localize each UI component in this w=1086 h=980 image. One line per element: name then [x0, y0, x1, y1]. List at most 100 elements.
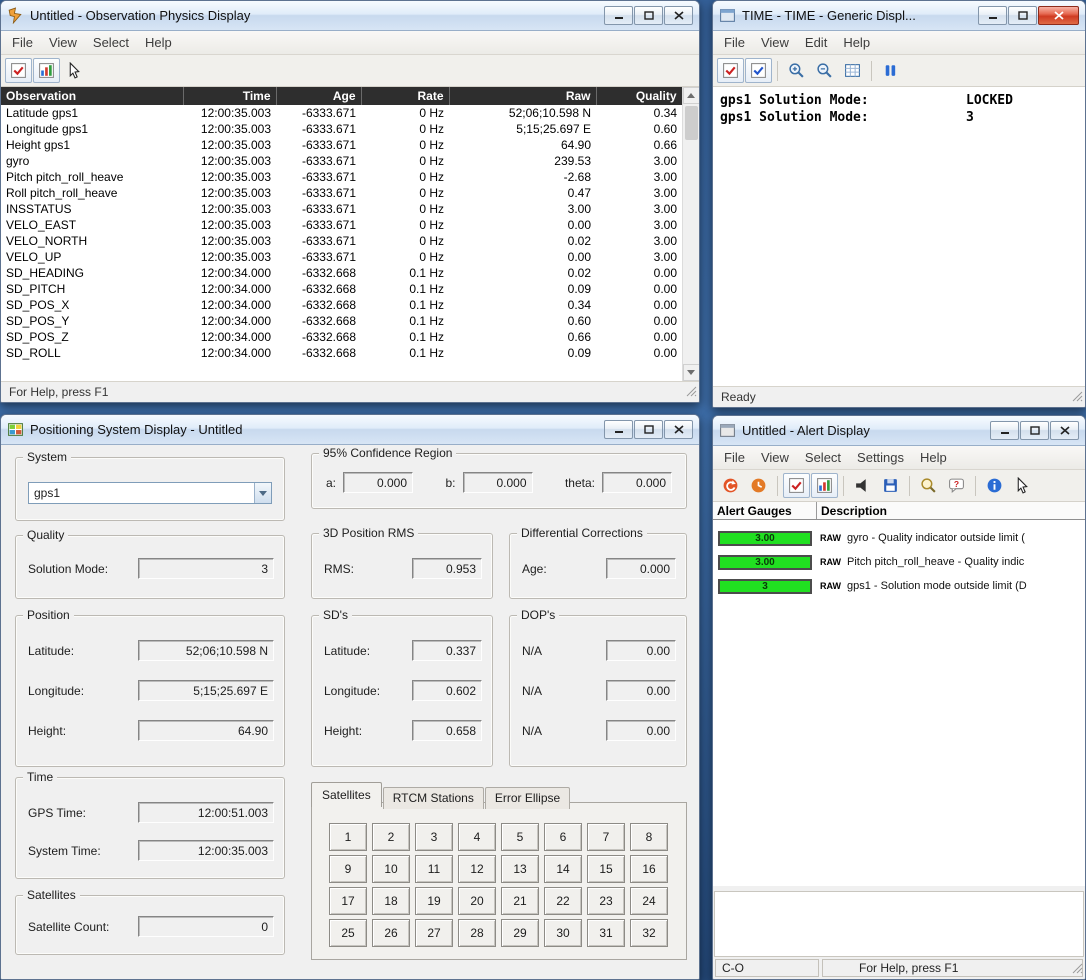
observation-titlebar[interactable]: Untitled - Observation Physics Display	[1, 1, 699, 31]
menu-file[interactable]: File	[716, 32, 753, 53]
minimize-button[interactable]	[604, 420, 633, 439]
vertical-scrollbar[interactable]	[682, 87, 699, 381]
find-button[interactable]	[915, 473, 942, 498]
observation-table-row[interactable]: Longitude gps112:00:35.003-6333.6710 Hz5…	[1, 121, 682, 137]
observation-settings-button[interactable]	[5, 58, 32, 83]
observation-table-row[interactable]: SD_POS_Z12:00:34.000-6332.6680.1 Hz0.660…	[1, 329, 682, 345]
satellite-cell[interactable]: 30	[544, 919, 582, 947]
satellite-cell[interactable]: 2	[372, 823, 410, 851]
observation-table-row[interactable]: SD_HEADING12:00:34.000-6332.6680.1 Hz0.0…	[1, 265, 682, 281]
close-button[interactable]	[1050, 421, 1079, 440]
satellite-cell[interactable]: 24	[630, 887, 668, 915]
satellite-cell[interactable]: 7	[587, 823, 625, 851]
alert-graph-button[interactable]	[811, 473, 838, 498]
menu-select[interactable]: Select	[85, 32, 137, 53]
column-header-time[interactable]: Time	[183, 87, 276, 105]
satellite-cell[interactable]: 20	[458, 887, 496, 915]
satellite-cell[interactable]: 15	[587, 855, 625, 883]
observation-table-row[interactable]: SD_PITCH12:00:34.000-6332.6680.1 Hz0.090…	[1, 281, 682, 297]
time-select-button[interactable]	[745, 58, 772, 83]
save-button[interactable]	[877, 473, 904, 498]
satellite-cell[interactable]: 23	[587, 887, 625, 915]
time-titlebar[interactable]: TIME - TIME - Generic Displ...	[713, 1, 1085, 31]
observation-pointer-button[interactable]	[61, 58, 88, 83]
maximize-button[interactable]	[634, 6, 663, 25]
satellite-cell[interactable]: 19	[415, 887, 453, 915]
observation-table-row[interactable]: Latitude gps112:00:35.003-6333.6710 Hz52…	[1, 105, 682, 121]
close-button[interactable]	[664, 6, 693, 25]
satellite-cell[interactable]: 5	[501, 823, 539, 851]
alert-settings-button[interactable]	[783, 473, 810, 498]
menu-view[interactable]: View	[753, 32, 797, 53]
satellite-cell[interactable]: 29	[501, 919, 539, 947]
observation-table-row[interactable]: Roll pitch_roll_heave12:00:35.003-6333.6…	[1, 185, 682, 201]
satellite-cell[interactable]: 9	[329, 855, 367, 883]
observation-graph-button[interactable]	[33, 58, 60, 83]
maximize-button[interactable]	[634, 420, 663, 439]
column-header-quality[interactable]: Quality	[596, 87, 682, 105]
satellite-cell[interactable]: 6	[544, 823, 582, 851]
minimize-button[interactable]	[978, 6, 1007, 25]
satellite-cell[interactable]: 22	[544, 887, 582, 915]
maximize-button[interactable]	[1020, 421, 1049, 440]
satellite-cell[interactable]: 4	[458, 823, 496, 851]
satellite-cell[interactable]: 28	[458, 919, 496, 947]
time-settings-button[interactable]	[717, 58, 744, 83]
observation-table-row[interactable]: SD_POS_X12:00:34.000-6332.6680.1 Hz0.340…	[1, 297, 682, 313]
observation-table-row[interactable]: SD_POS_Y12:00:34.000-6332.6680.1 Hz0.600…	[1, 313, 682, 329]
satellite-cell[interactable]: 32	[630, 919, 668, 947]
alert-pointer-button[interactable]	[1009, 473, 1036, 498]
zoom-in-button[interactable]	[783, 58, 810, 83]
alert-history-button[interactable]	[745, 473, 772, 498]
system-combobox[interactable]: gps1	[28, 482, 272, 504]
alert-row[interactable]: 3RAWgps1 - Solution mode outside limit (…	[713, 574, 1085, 598]
observation-table-row[interactable]: INSSTATUS12:00:35.003-6333.6710 Hz3.003.…	[1, 201, 682, 217]
satellite-cell[interactable]: 18	[372, 887, 410, 915]
observation-table-row[interactable]: VELO_NORTH12:00:35.003-6333.6710 Hz0.023…	[1, 233, 682, 249]
sound-button[interactable]	[849, 473, 876, 498]
observation-table-row[interactable]: VELO_EAST12:00:35.003-6333.6710 Hz0.003.…	[1, 217, 682, 233]
satellite-cell[interactable]: 11	[415, 855, 453, 883]
column-header-alert-gauges[interactable]: Alert Gauges	[713, 502, 817, 519]
minimize-button[interactable]	[990, 421, 1019, 440]
observation-table-row[interactable]: VELO_UP12:00:35.003-6333.6710 Hz0.003.00	[1, 249, 682, 265]
observation-table-row[interactable]: SD_ROLL12:00:34.000-6332.6680.1 Hz0.090.…	[1, 345, 682, 361]
satellite-cell[interactable]: 1	[329, 823, 367, 851]
column-header-rate[interactable]: Rate	[361, 87, 449, 105]
column-header-raw[interactable]: Raw	[449, 87, 596, 105]
satellite-cell[interactable]: 3	[415, 823, 453, 851]
combobox-dropdown-button[interactable]	[254, 483, 271, 503]
satellite-cell[interactable]: 16	[630, 855, 668, 883]
scroll-up-button[interactable]	[683, 87, 700, 104]
menu-select[interactable]: Select	[797, 447, 849, 468]
column-header-description[interactable]: Description	[817, 502, 1085, 519]
alert-row[interactable]: 3.00RAWPitch pitch_roll_heave - Quality …	[713, 550, 1085, 574]
satellite-cell[interactable]: 17	[329, 887, 367, 915]
menu-edit[interactable]: Edit	[797, 32, 835, 53]
satellite-cell[interactable]: 25	[329, 919, 367, 947]
satellite-cell[interactable]: 14	[544, 855, 582, 883]
menu-help[interactable]: Help	[835, 32, 878, 53]
pause-button[interactable]	[877, 58, 904, 83]
maximize-button[interactable]	[1008, 6, 1037, 25]
positioning-titlebar[interactable]: Positioning System Display - Untitled	[1, 415, 699, 445]
observation-table-row[interactable]: Pitch pitch_roll_heave12:00:35.003-6333.…	[1, 169, 682, 185]
column-header-age[interactable]: Age	[276, 87, 361, 105]
info-button[interactable]	[981, 473, 1008, 498]
observation-table-row[interactable]: Height gps112:00:35.003-6333.6710 Hz64.9…	[1, 137, 682, 153]
scrollbar-thumb[interactable]	[685, 106, 698, 140]
satellite-cell[interactable]: 26	[372, 919, 410, 947]
tab-satellites[interactable]: Satellites	[311, 782, 382, 807]
grid-view-button[interactable]	[839, 58, 866, 83]
column-header-observation[interactable]: Observation	[1, 87, 183, 105]
satellite-cell[interactable]: 12	[458, 855, 496, 883]
menu-view[interactable]: View	[41, 32, 85, 53]
resize-grip-icon[interactable]	[1071, 390, 1083, 405]
menu-settings[interactable]: Settings	[849, 447, 912, 468]
menu-file[interactable]: File	[716, 447, 753, 468]
satellite-cell[interactable]: 10	[372, 855, 410, 883]
alert-row[interactable]: 3.00RAWgyro - Quality indicator outside …	[713, 526, 1085, 550]
alert-titlebar[interactable]: Untitled - Alert Display	[713, 416, 1085, 446]
menu-help[interactable]: Help	[137, 32, 180, 53]
satellite-cell[interactable]: 31	[587, 919, 625, 947]
